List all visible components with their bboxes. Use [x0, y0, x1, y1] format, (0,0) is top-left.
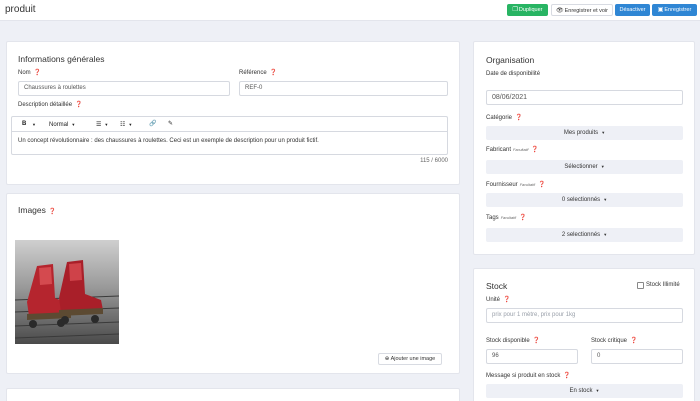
page-title: produit [5, 4, 36, 15]
chevron-down-icon: ▼ [104, 122, 109, 127]
help-icon[interactable]: ❓ [563, 372, 570, 379]
stock-title: Stock [486, 281, 508, 291]
product-image[interactable] [15, 240, 119, 344]
list-button[interactable]: ☷ ▼ [120, 120, 132, 130]
unit-input[interactable]: prix pour 1 mètre, prix pour 1kg [486, 308, 683, 323]
bold-dropdown-caret[interactable]: ▼ [32, 120, 36, 129]
supplier-label: Fournisseur Facultatif ❓ [486, 181, 546, 188]
bottom-card [6, 388, 460, 401]
critical-stock-input[interactable]: 0 [591, 349, 683, 364]
unlimited-stock-checkbox[interactable] [637, 282, 644, 289]
list-icon: ☷ [120, 122, 126, 128]
manufacturer-dropdown[interactable]: Sélectionner ▼ [486, 160, 683, 174]
help-icon[interactable]: ❓ [503, 296, 510, 303]
plus-circle-icon: ⊕ [384, 356, 390, 362]
save-button[interactable]: ▣Enregistrer [652, 4, 697, 16]
deactivate-button[interactable]: Désactiver [615, 4, 650, 16]
unlimited-stock-label: Stock Illimité [646, 282, 680, 288]
date-input[interactable]: 08/06/2021 [486, 90, 683, 105]
help-icon[interactable]: ❓ [49, 208, 56, 215]
date-label: Date de disponibilité [486, 71, 541, 77]
align-button[interactable]: ☰ ▼ [96, 120, 108, 130]
save-and-view-button[interactable]: 👁Enregistrer et voir [551, 4, 613, 16]
help-icon[interactable]: ❓ [270, 69, 277, 76]
help-icon[interactable]: ❓ [34, 69, 41, 76]
copy-icon: ❐ [512, 7, 518, 13]
chevron-down-icon: ▼ [603, 232, 608, 237]
stock-message-label: Message si produit en stock ❓ [486, 372, 571, 379]
floppy-icon: ▣ [657, 7, 664, 13]
chevron-down-icon: ▼ [601, 130, 606, 135]
chevron-down-icon: ▼ [595, 388, 600, 393]
available-stock-label: Stock disponible ❓ [486, 337, 541, 344]
chevron-down-icon: ▼ [71, 122, 76, 127]
organisation-title: Organisation [486, 55, 535, 65]
stock-message-dropdown[interactable]: En stock ▼ [486, 384, 683, 398]
help-icon[interactable]: ❓ [519, 214, 526, 221]
help-icon[interactable]: ❓ [531, 146, 538, 153]
eye-icon: 👁 [555, 8, 564, 14]
help-icon[interactable]: ❓ [75, 101, 82, 108]
chevron-down-icon: ▼ [128, 122, 133, 127]
duplicate-button[interactable]: ❐Dupliquer [507, 4, 548, 16]
bold-button[interactable]: B [22, 120, 26, 129]
help-icon[interactable]: ❓ [538, 181, 545, 188]
align-left-icon: ☰ [96, 122, 102, 128]
help-icon[interactable]: ❓ [630, 337, 637, 344]
reference-label: Référence ❓ [239, 69, 278, 76]
description-editor[interactable]: Un concept révolutionnaire : des chaussu… [11, 131, 448, 155]
available-stock-input[interactable]: 96 [486, 349, 578, 364]
category-label: Catégorie ❓ [486, 114, 523, 121]
help-icon[interactable]: ❓ [533, 337, 540, 344]
reference-input[interactable]: REF-0 [239, 81, 448, 96]
add-image-button[interactable]: ⊕ Ajouter une image [378, 353, 442, 365]
char-counter: 115 / 6000 [420, 158, 448, 164]
unit-label: Unité ❓ [486, 296, 511, 303]
name-input[interactable]: Chaussures à roulettes [18, 81, 230, 96]
chevron-down-icon: ▼ [600, 164, 605, 169]
critical-stock-label: Stock critique ❓ [591, 337, 638, 344]
tags-dropdown[interactable]: 2 selectionnés ▼ [486, 228, 683, 242]
help-icon[interactable]: ❓ [515, 114, 522, 121]
style-select[interactable]: Normal ▼ [49, 120, 75, 130]
supplier-dropdown[interactable]: 0 selectionnés ▼ [486, 193, 683, 207]
description-label: Description détaillée ❓ [18, 101, 83, 108]
name-label: Nom ❓ [18, 69, 42, 76]
link-button[interactable]: 🔗 [149, 120, 156, 129]
images-title: Images ❓ [18, 205, 57, 215]
tags-label: Tags Facultatif ❓ [486, 214, 527, 221]
magic-button[interactable]: ✎ [168, 120, 173, 129]
general-info-title: Informations générales [18, 54, 105, 64]
manufacturer-label: Fabricant Facultatif ❓ [486, 146, 539, 153]
magic-wand-icon: ✎ [168, 121, 174, 127]
category-dropdown[interactable]: Mes produits ▼ [486, 126, 683, 140]
editor-toolbar: B ▼ Normal ▼ ☰ ▼ ☷ ▼ 🔗 ✎ [11, 116, 448, 131]
link-icon: 🔗 [149, 121, 157, 127]
chevron-down-icon: ▼ [603, 197, 608, 202]
top-bar: produit ❐Dupliquer 👁Enregistrer et voir … [0, 0, 700, 21]
